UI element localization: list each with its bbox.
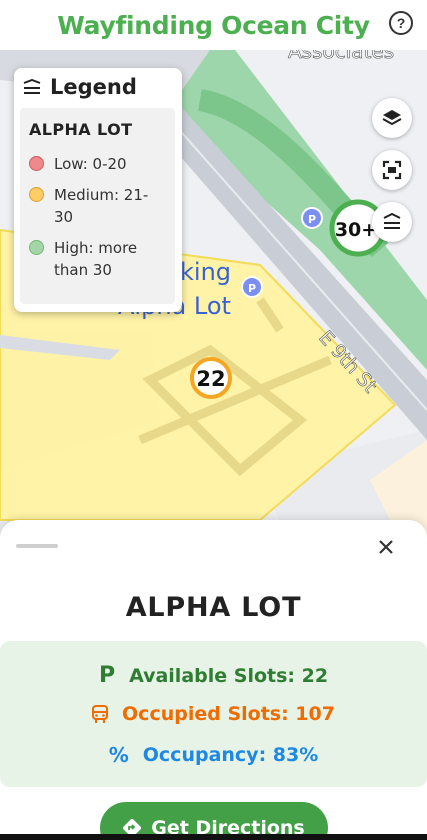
available-slots-row: P Available Slots: 22 [0,663,427,688]
place-label: Associates [288,50,394,63]
legend-item-label: Low: 0-20 [54,155,127,173]
occupancy-text: Occupancy: 83% [142,744,319,766]
fullscreen-button[interactable] [372,150,412,190]
legend-panel: Legend ALPHA LOT Low: 0-20 Medium: 21-30… [14,68,182,312]
lot-marker-alpha-value: 22 [196,367,225,391]
close-icon[interactable] [375,536,397,558]
fullscreen-icon [382,160,402,180]
parking-pin-label: P [308,213,316,226]
lot-label-line1: king [180,258,231,286]
drag-handle[interactable] [16,544,58,548]
parking-pin-label: P [248,282,256,295]
high-dot [29,240,44,255]
layers-icon [382,110,402,126]
legend-icon [23,79,41,94]
legend-toggle-button[interactable] [372,202,412,242]
lot-name-heading: ALPHA LOT [125,592,302,623]
legend-body: ALPHA LOT Low: 0-20 Medium: 21-30 High: … [20,108,175,304]
layers-button[interactable] [372,98,412,138]
percent-icon: % [108,743,129,767]
car-icon [92,704,109,724]
legend-lot-name: ALPHA LOT [29,120,133,139]
occupancy-row: % Occupancy: 83% [0,743,427,767]
legend-item-label: Medium: 21-30 [54,186,149,226]
app-title: Wayfinding Ocean City [57,10,370,40]
parking-icon: P [98,663,116,688]
low-dot [29,156,44,171]
lot-details-sheet: ALPHA LOT P Available Slots: 22 Occupied… [0,520,427,840]
lot-marker-green-value: 30+ [335,219,377,241]
lot-stats-panel: P Available Slots: 22 Occupied Slots: 10… [0,641,427,787]
app-header: Wayfinding Ocean City ? [0,0,427,50]
available-slots-text: Available Slots: 22 [129,664,329,687]
occupied-slots-text: Occupied Slots: 107 [122,703,335,725]
legend-header[interactable]: Legend [14,68,182,106]
legend-icon [383,213,401,229]
system-nav-bar [0,834,427,840]
legend-item-medium: Medium: 21-30 [29,184,175,228]
legend-title: Legend [50,75,137,99]
occupied-slots-row: Occupied Slots: 107 [0,703,427,725]
legend-item-low: Low: 0-20 [29,153,175,175]
legend-item-label: High: more than 30 [54,239,138,279]
help-icon[interactable]: ? [389,11,413,35]
medium-dot [29,187,44,202]
legend-item-high: High: more than 30 [29,237,175,281]
